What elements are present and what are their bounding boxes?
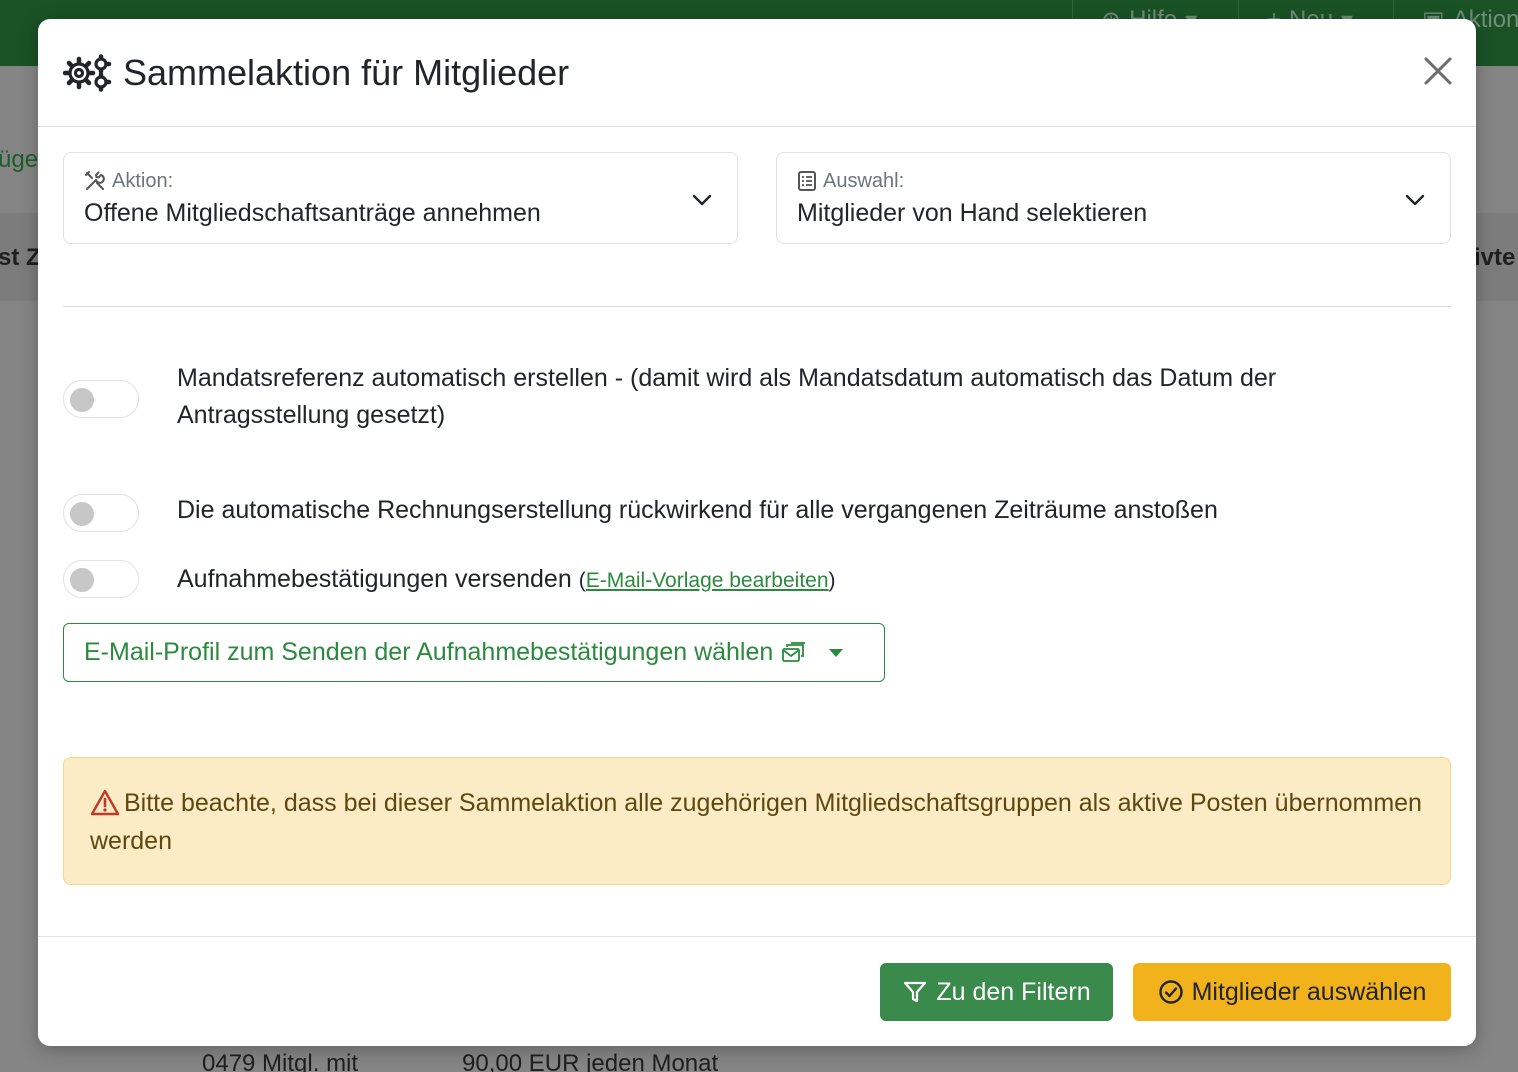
section-divider [63, 306, 1451, 307]
warning-triangle-icon [90, 789, 120, 816]
toggle-mandate-reference[interactable] [63, 380, 139, 418]
chevron-down-icon [1405, 194, 1425, 206]
option-send-confirmations-label: Aufnahmebestätigungen versenden [177, 565, 572, 593]
toggle-knob [70, 568, 94, 592]
selection-select[interactable]: Auswahl: Mitglieder von Hand selektieren [776, 152, 1451, 244]
option-retroactive-invoicing-label: Die automatische Rechnungserstellung rüc… [177, 496, 1218, 524]
selection-select-value: Mitglieder von Hand selektieren [797, 199, 1148, 227]
mail-stack-icon [782, 641, 806, 662]
checklist-icon [798, 171, 816, 191]
caret-down-icon [829, 648, 844, 657]
bulk-action-modal: Sammelaktion für Mitglieder Aktion: Offe… [38, 19, 1476, 1046]
check-circle-icon [1158, 980, 1183, 1004]
action-select[interactable]: Aktion: Offene Mitgliedschaftsanträge an… [63, 152, 738, 244]
close-icon[interactable] [1422, 55, 1454, 87]
gears-icon [63, 53, 112, 92]
background-row-text: 90,00 EUR jeden Monat [462, 1050, 719, 1072]
toggle-knob [70, 502, 94, 526]
filter-icon [904, 981, 927, 1003]
modal-footer: Zu den Filtern Mitglieder auswählen [38, 936, 1476, 1046]
background-link-fragment: üge [0, 146, 39, 173]
warning-alert-text: Bitte beachte, dass bei dieser Sammelakt… [90, 789, 1422, 855]
modal-title-text: Sammelaktion für Mitglieder [123, 51, 570, 93]
toggle-send-confirmations[interactable] [63, 560, 139, 598]
modal-title: Sammelaktion für Mitglieder [63, 52, 569, 94]
select-members-button[interactable]: Mitglieder auswählen [1133, 963, 1451, 1021]
modal-header: Sammelaktion für Mitglieder [38, 19, 1476, 127]
email-profile-dropdown[interactable]: E-Mail-Profil zum Senden der Aufnahmebes… [63, 623, 885, 682]
option-mandate-reference-label: Mandatsreferenz automatisch erstellen - … [177, 364, 1277, 429]
background-header-fragment: ivte [1474, 244, 1516, 271]
toggle-knob [70, 388, 94, 412]
action-select-label: Aktion: [84, 167, 717, 195]
option-send-confirmations: Aufnahmebestätigungen versenden (E-Mail-… [177, 565, 836, 593]
edit-email-template-link[interactable]: E-Mail-Vorlage bearbeiten [586, 569, 829, 592]
background-row-text: 0479 Mitgl. mit [202, 1050, 359, 1072]
tools-icon [85, 171, 105, 190]
selection-select-label: Auswahl: [797, 167, 1430, 195]
to-filters-button[interactable]: Zu den Filtern [880, 963, 1113, 1021]
toggle-retroactive-invoicing[interactable] [63, 494, 139, 532]
action-select-value: Offene Mitgliedschaftsanträge annehmen [84, 199, 541, 227]
warning-alert: Bitte beachte, dass bei dieser Sammelakt… [63, 757, 1451, 885]
select-members-label: Mitglieder auswählen [1191, 977, 1427, 1006]
to-filters-label: Zu den Filtern [936, 977, 1091, 1006]
chevron-down-icon [692, 194, 712, 206]
background-header-fragment: st Z [0, 244, 41, 271]
email-profile-label: E-Mail-Profil zum Senden der Aufnahmebes… [84, 638, 774, 666]
